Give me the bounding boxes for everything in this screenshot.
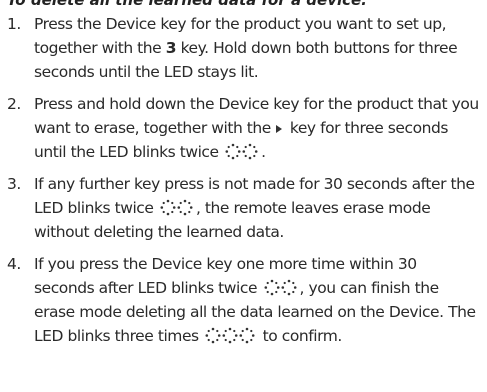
- section-heading: To delete all the learned data for a dev…: [7, 0, 368, 9]
- led-blink-three-times-icon: [205, 327, 256, 344]
- step-text: If you press the Device key one more tim…: [34, 255, 476, 345]
- step-text: Press the Device key for the product you…: [34, 15, 458, 81]
- step-1: 1. Press the Device key for the product …: [7, 12, 481, 84]
- led-blink-twice-icon: [160, 199, 194, 216]
- step-number: 3.: [7, 175, 21, 193]
- step-text: Press and hold down the Device key for t…: [34, 95, 479, 161]
- manual-page: To delete all the learned data for a dev…: [0, 0, 487, 383]
- play-triangle-icon: [276, 125, 283, 133]
- step-3: 3. If any further key press is not made …: [7, 172, 481, 244]
- instruction-list: 1. Press the Device key for the product …: [7, 12, 481, 348]
- number-key-label: 3: [165, 39, 177, 57]
- step-number: 2.: [7, 95, 21, 113]
- step-text: If any further key press is not made for…: [34, 175, 475, 241]
- step-number: 1.: [7, 15, 21, 33]
- led-blink-twice-icon: [264, 279, 298, 296]
- led-blink-twice-icon: [225, 143, 259, 160]
- step-2: 2. Press and hold down the Device key fo…: [7, 92, 481, 164]
- step-4: 4. If you press the Device key one more …: [7, 252, 481, 348]
- step-number: 4.: [7, 255, 21, 273]
